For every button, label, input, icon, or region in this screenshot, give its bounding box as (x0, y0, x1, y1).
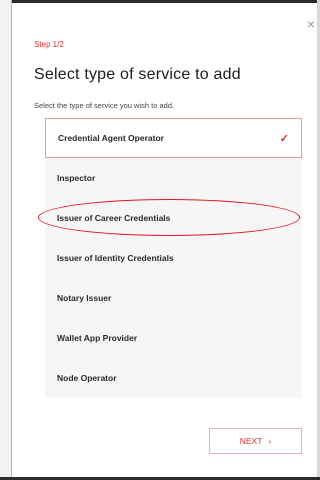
service-type-list: Credential Agent Operator ✓ Inspector Is… (45, 118, 302, 398)
option-inspector[interactable]: Inspector (45, 158, 302, 198)
option-node-operator[interactable]: Node Operator (45, 358, 302, 398)
option-issuer-of-identity-credentials[interactable]: Issuer of Identity Credentials (45, 238, 302, 278)
background-window-edge (0, 0, 12, 480)
page-title: Select type of service to add (34, 66, 241, 83)
option-label: Credential Agent Operator (58, 133, 164, 143)
option-label: Node Operator (57, 373, 117, 383)
window-top-edge (0, 0, 320, 3)
option-label: Wallet App Provider (57, 333, 138, 343)
option-notary-issuer[interactable]: Notary Issuer (45, 278, 302, 318)
chevron-right-icon: › (268, 436, 272, 446)
option-label: Issuer of Identity Credentials (57, 253, 174, 263)
step-indicator: Step 1/2 (34, 40, 64, 49)
check-icon: ✓ (279, 132, 289, 145)
page-subtitle: Select the type of service you wish to a… (34, 101, 175, 110)
next-button-label: NEXT (239, 436, 263, 446)
option-credential-agent-operator[interactable]: Credential Agent Operator ✓ (45, 118, 302, 158)
option-wallet-app-provider[interactable]: Wallet App Provider (45, 318, 302, 358)
dialog-window: × Step 1/2 Select type of service to add… (0, 0, 320, 480)
close-icon[interactable]: × (305, 17, 317, 31)
next-button[interactable]: NEXT › (209, 428, 302, 454)
option-label: Notary Issuer (57, 293, 112, 303)
option-label: Inspector (57, 173, 96, 183)
option-label: Issuer of Career Credentials (57, 213, 171, 223)
option-issuer-of-career-credentials[interactable]: Issuer of Career Credentials (45, 198, 302, 238)
